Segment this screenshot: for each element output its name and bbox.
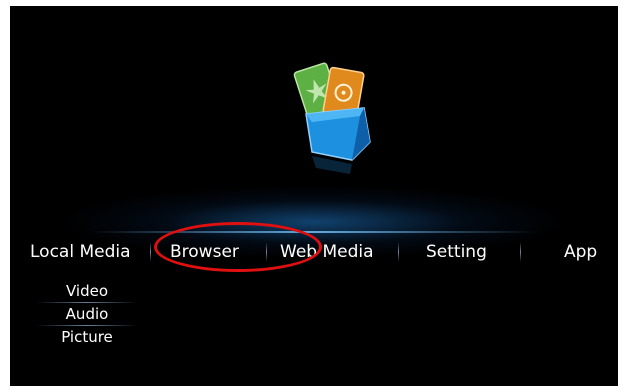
menu-item-local-media[interactable]: Local Media [30, 238, 131, 266]
menu-highlight-line [90, 231, 538, 233]
red-selection-ring [154, 222, 322, 272]
submenu-item-video[interactable]: Video [32, 280, 142, 302]
menu-item-setting[interactable]: Setting [426, 238, 487, 266]
menu-separator [398, 242, 399, 262]
submenu-item-audio[interactable]: Audio [32, 303, 142, 325]
menu-item-app[interactable]: App [564, 238, 597, 266]
menu-separator [150, 242, 151, 262]
local-media-submenu: Video Audio Picture [32, 280, 142, 348]
media-box-icon [293, 62, 371, 174]
tv-screen: Local Media Browser Web Media Setting Ap… [10, 6, 618, 386]
menu-separator [520, 242, 521, 262]
submenu-item-picture[interactable]: Picture [32, 326, 142, 348]
